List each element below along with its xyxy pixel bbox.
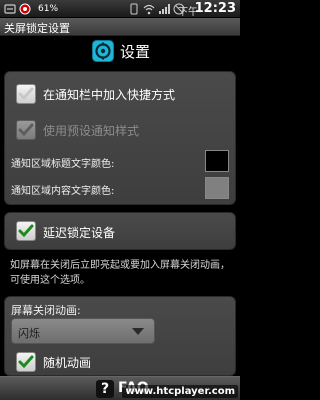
wifi-icon: [143, 4, 155, 15]
animation-label: 屏幕关闭动画:: [11, 304, 81, 317]
delay-lock-card[interactable]: 延迟锁定设备: [4, 212, 236, 250]
page-title: 设置: [120, 43, 151, 61]
footer-bar: ? FAQ www.htcplayer.com: [0, 376, 240, 400]
animation-dropdown[interactable]: 闪烁: [11, 318, 155, 344]
default-style-label: 使用预设通知样式: [43, 124, 140, 138]
random-animation-checkbox[interactable]: [16, 352, 36, 372]
check-icon: [18, 87, 34, 101]
battery-percent: 61%: [38, 4, 59, 14]
add-shortcut-row[interactable]: 在通知栏中加入快捷方式: [5, 72, 237, 112]
title-color-row[interactable]: 通知区域标题文字颜色:: [5, 148, 237, 176]
clock: 12:23: [194, 1, 236, 16]
default-style-row: 使用预设通知样式: [5, 112, 237, 148]
delay-lock-label: 延迟锁定设备: [43, 226, 116, 240]
app-title-bar: 关屏锁定设置: [0, 18, 240, 36]
default-style-checkbox: [16, 120, 36, 140]
check-icon: [18, 355, 34, 369]
delay-lock-checkbox[interactable]: [16, 221, 36, 241]
chevron-down-icon: [132, 328, 144, 335]
title-color-label: 通知区域标题文字颜色:: [11, 159, 115, 170]
signal-icon: [159, 4, 170, 14]
record-icon: [19, 3, 31, 15]
animation-settings-card: 屏幕关闭动画: 闪烁 随机动画: [4, 296, 236, 376]
usb-icon: [4, 4, 16, 14]
help-icon: ?: [96, 380, 114, 398]
status-bar: 61% 下午 12:23: [0, 0, 240, 18]
animation-selected: 闪烁: [18, 327, 40, 340]
delay-lock-description: 如屏幕在关闭后立即亮起或要加入屏幕关闭动画，可使用这个选项。: [10, 260, 230, 286]
random-animation-label: 随机动画: [43, 356, 92, 370]
content-color-swatch[interactable]: [205, 177, 229, 199]
watermark: www.htcplayer.com: [122, 385, 238, 398]
page-header: 设置: [0, 36, 240, 66]
notification-settings-card: 在通知栏中加入快捷方式 使用预设通知样式 通知区域标题文字颜色: 通知区域内容文…: [4, 71, 236, 205]
settings-icon: [92, 40, 114, 62]
title-color-swatch[interactable]: [205, 150, 229, 172]
check-icon: [18, 123, 34, 137]
add-shortcut-label: 在通知栏中加入快捷方式: [43, 88, 176, 102]
phone-signal-icon: [130, 3, 138, 15]
app-title: 关屏锁定设置: [4, 22, 70, 35]
content-color-label: 通知区域内容文字颜色:: [11, 186, 115, 197]
add-shortcut-checkbox[interactable]: [16, 84, 36, 104]
content-color-row[interactable]: 通知区域内容文字颜色:: [5, 176, 237, 204]
check-icon: [18, 224, 34, 238]
